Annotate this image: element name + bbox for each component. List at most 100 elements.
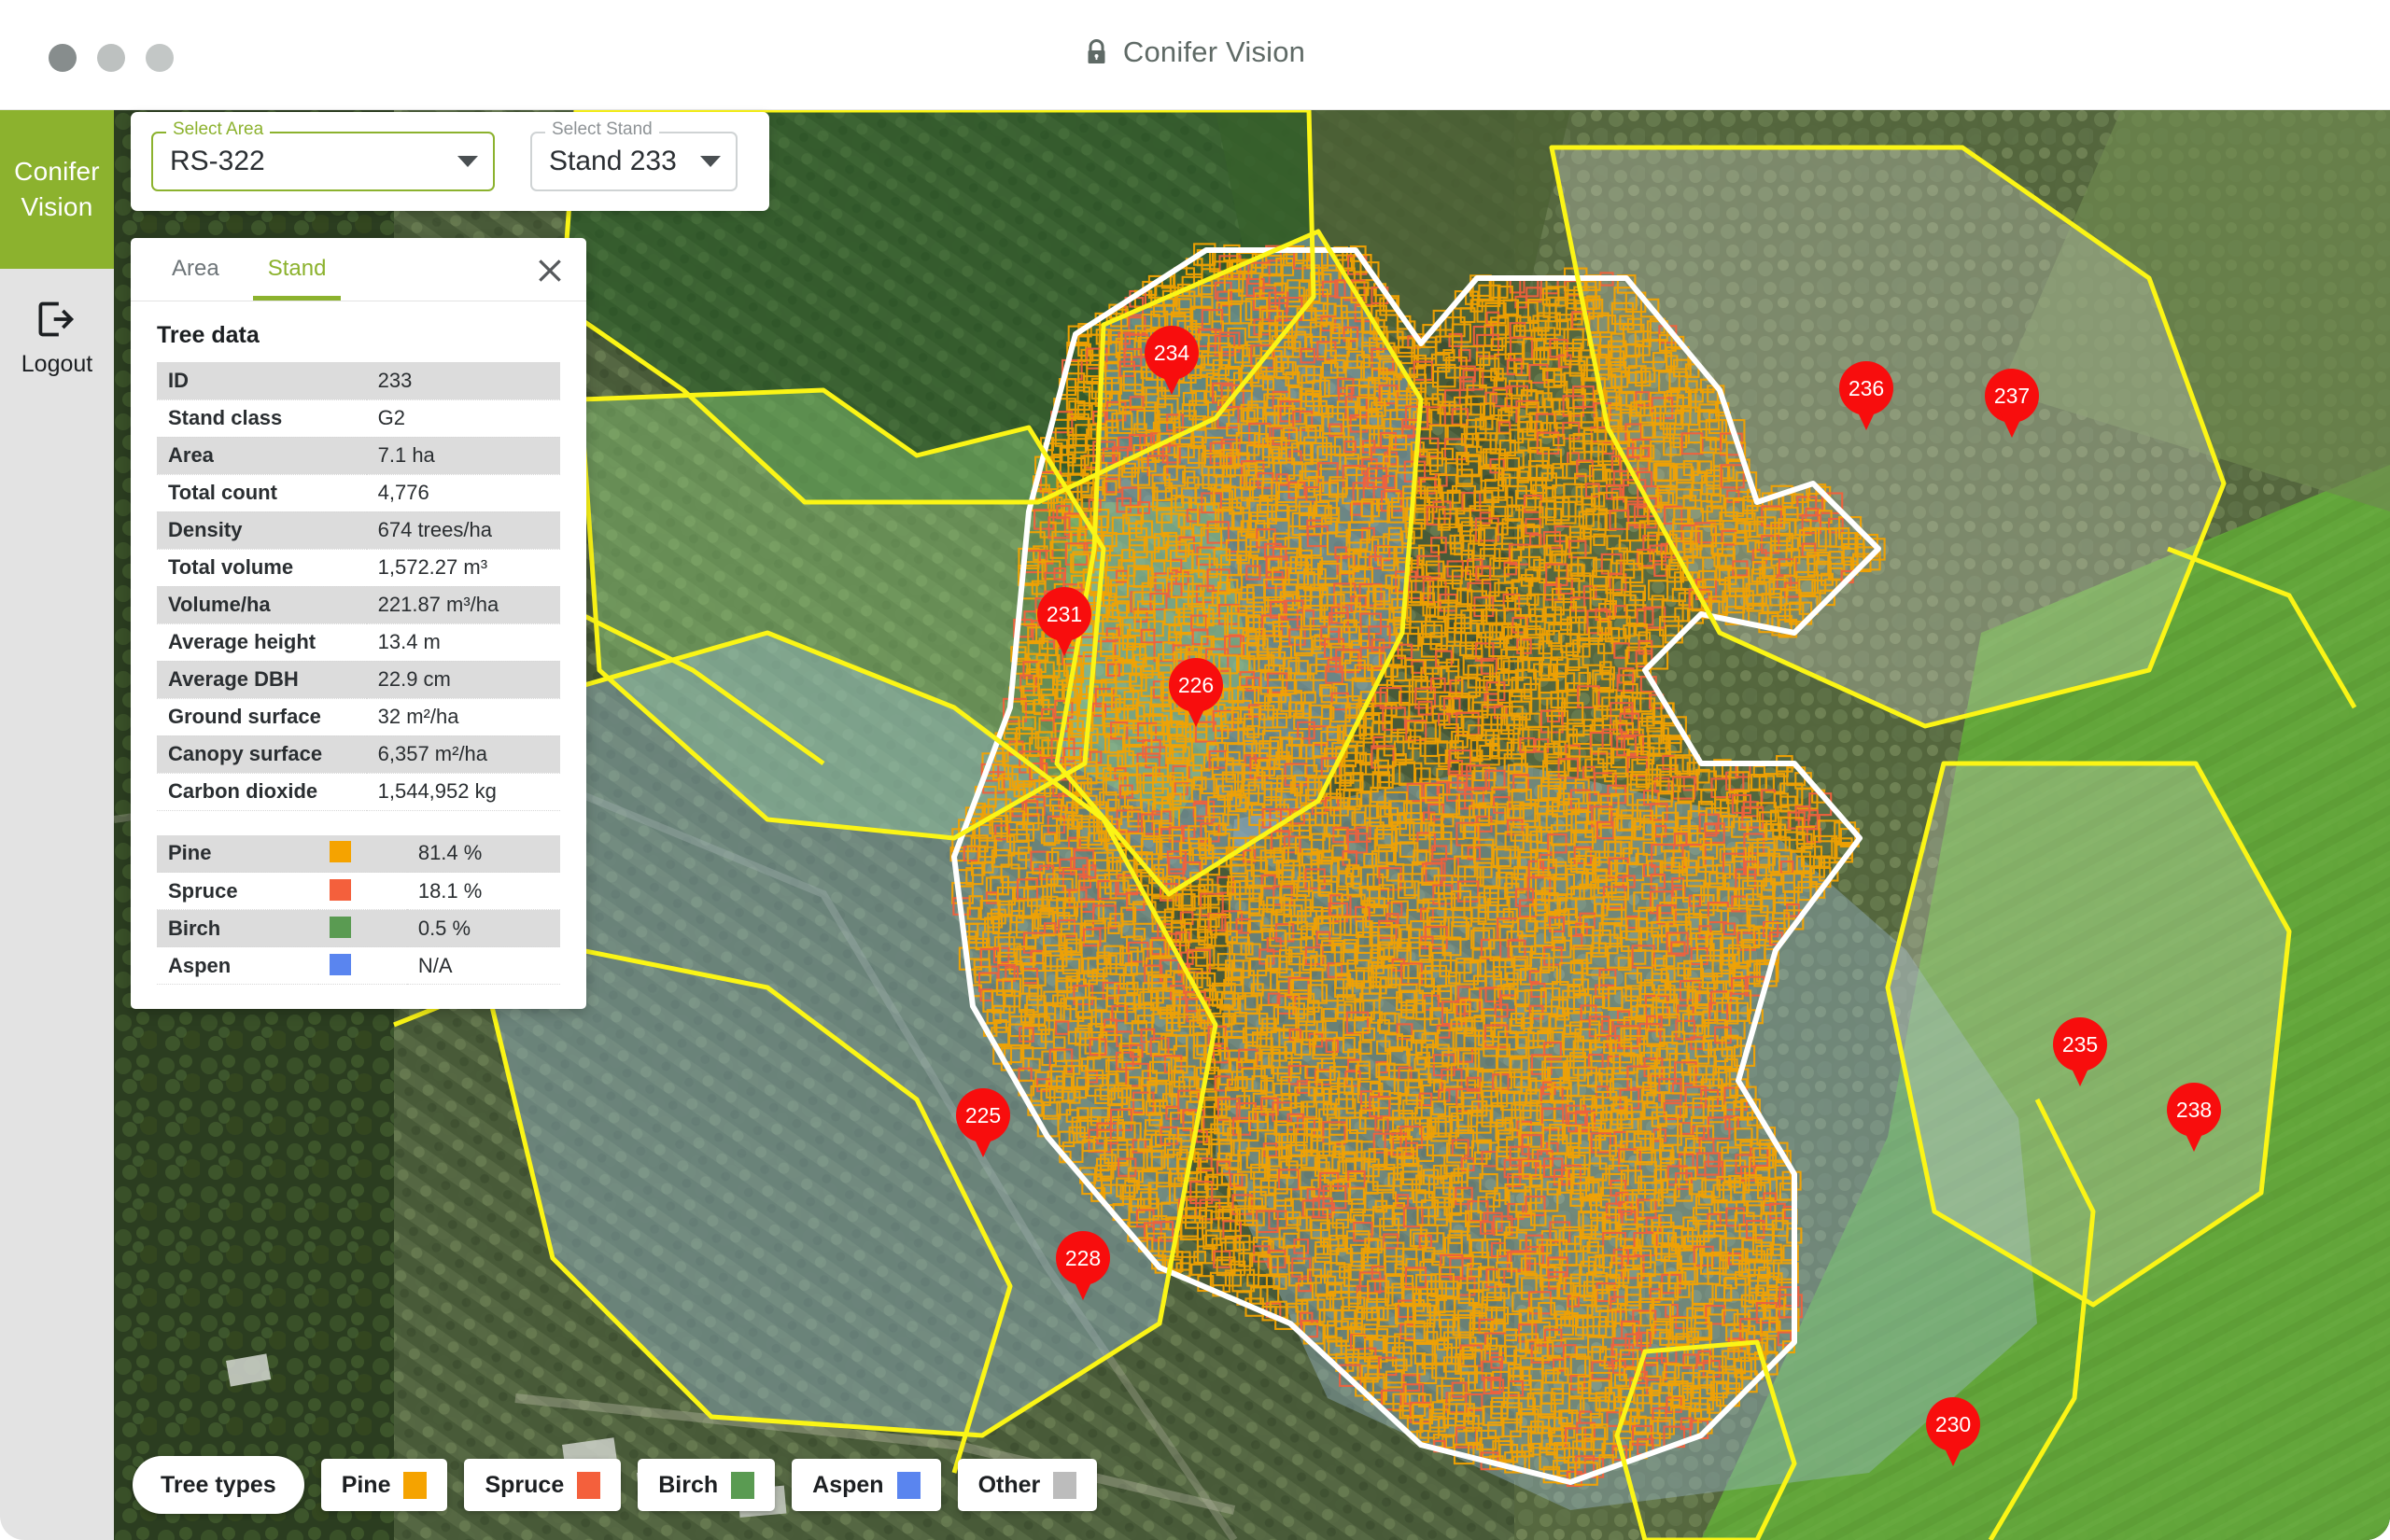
app-window: Conifer Vision Conifer Vision Logout 234…	[0, 0, 2390, 1540]
legend-chip-pine[interactable]: Pine	[320, 1459, 448, 1511]
close-icon[interactable]	[532, 253, 568, 288]
select-stand-dropdown[interactable]: Select Stand Stand 233	[530, 120, 738, 191]
panel-section-title: Tree data	[157, 322, 260, 348]
table-row: Ground surface 32 m²/ha	[157, 698, 560, 736]
table-cell-key: Carbon dioxide	[157, 773, 367, 811]
map-marker-label: 231	[1046, 601, 1083, 626]
table-cell-key: Area	[157, 437, 367, 475]
table-cell-key: Volume/ha	[157, 586, 367, 624]
select-stand-value: Stand 233	[549, 146, 677, 176]
map-marker-label: 228	[1064, 1245, 1102, 1270]
table-cell-value: 221.87 m³/ha	[366, 586, 560, 624]
species-row: Aspen N/A	[157, 946, 560, 985]
legend-chip-aspen[interactable]: Aspen	[792, 1459, 941, 1511]
chevron-down-icon[interactable]	[700, 156, 721, 167]
legend-color-swatch	[1053, 1471, 1077, 1499]
table-row: Stand class G2	[157, 399, 560, 438]
table-row: Volume/ha 221.87 m³/ha	[157, 586, 560, 624]
tab-area-label: Area	[172, 256, 219, 281]
legend-chip-label: Spruce	[485, 1471, 565, 1498]
table-row: ID 233	[157, 362, 560, 400]
species-swatch-cell	[317, 946, 407, 985]
tree-data-table: ID 233 Stand class G2 Area 7.1 ha Total count 4…	[157, 362, 560, 811]
legend-title: Tree types	[161, 1471, 276, 1498]
logout-icon	[36, 301, 77, 338]
legend-color-swatch	[731, 1471, 755, 1499]
table-cell-value: 13.4 m	[366, 623, 560, 662]
legend-chip-label: Birch	[658, 1471, 719, 1498]
select-area-dropdown[interactable]: Select Area RS-322	[151, 120, 495, 191]
table-cell-value: 1,572.27 m³	[366, 549, 560, 587]
species-row: Birch 0.5 %	[157, 909, 560, 947]
stand-info-panel: Area Stand Tree data ID 233 Stand class G2 A…	[131, 238, 586, 1009]
table-cell-key: Density	[157, 511, 367, 550]
table-cell-value: 32 m²/ha	[366, 698, 560, 736]
table-cell-value: 233	[366, 362, 560, 400]
legend-title-pill[interactable]: Tree types	[133, 1456, 304, 1514]
map-marker-225[interactable]: 225	[956, 1088, 1010, 1157]
map-marker-226[interactable]: 226	[1169, 658, 1223, 727]
tree-types-legend: Tree types Pine Spruce Birch Aspen Other	[133, 1456, 1098, 1514]
map-marker-230[interactable]: 230	[1926, 1397, 1980, 1466]
map-marker-235[interactable]: 235	[2053, 1017, 2107, 1086]
map-marker-label: 230	[1934, 1411, 1972, 1436]
species-composition-table: Pine 81.4 % Spruce 18.1 % Birch 0.5 % Aspen N/A	[157, 834, 560, 985]
map-marker-228[interactable]: 228	[1056, 1231, 1110, 1300]
map-marker-label: 226	[1177, 672, 1215, 697]
map-marker-234[interactable]: 234	[1145, 326, 1199, 395]
table-cell-value: 4,776	[366, 474, 560, 512]
window-title-group: Conifer Vision	[0, 35, 2390, 69]
legend-chip-label: Aspen	[812, 1471, 884, 1498]
table-row: Area 7.1 ha	[157, 437, 560, 475]
species-color-swatch	[329, 916, 351, 938]
legend-chip-other[interactable]: Other	[957, 1459, 1098, 1511]
species-percentage: 18.1 %	[406, 872, 560, 910]
map-marker-237[interactable]: 237	[1985, 369, 2039, 438]
select-stand-label: Select Stand	[545, 120, 659, 138]
species-color-swatch	[329, 953, 351, 975]
species-row: Spruce 18.1 %	[157, 872, 560, 910]
map-marker-label: 234	[1153, 340, 1190, 365]
chevron-down-icon[interactable]	[457, 156, 478, 167]
selection-toolbar: Select Area RS-322 Select Stand Stand 23…	[131, 112, 769, 211]
table-cell-value: 6,357 m²/ha	[366, 735, 560, 774]
map-marker-label: 225	[964, 1102, 1002, 1127]
sidebar-item-logout[interactable]: Logout	[0, 269, 114, 378]
table-cell-key: Average height	[157, 623, 367, 662]
brand-line-1: Conifer	[14, 157, 100, 187]
legend-color-swatch	[403, 1471, 428, 1499]
table-cell-key: Average DBH	[157, 661, 367, 699]
table-cell-key: Stand class	[157, 399, 367, 438]
table-cell-value: 22.9 cm	[366, 661, 560, 699]
species-percentage: N/A	[406, 946, 560, 985]
legend-chip-label: Pine	[341, 1471, 391, 1498]
map-marker-236[interactable]: 236	[1839, 361, 1893, 430]
table-cell-key: Ground surface	[157, 698, 367, 736]
table-row: Total volume 1,572.27 m³	[157, 549, 560, 587]
legend-chip-birch[interactable]: Birch	[638, 1459, 776, 1511]
table-row: Average height 13.4 m	[157, 623, 560, 662]
species-name: Birch	[157, 909, 318, 947]
table-cell-key: Canopy surface	[157, 735, 367, 774]
species-swatch-cell	[317, 872, 407, 910]
tab-stand[interactable]: Stand	[244, 238, 351, 301]
table-cell-key: ID	[157, 362, 367, 400]
map-marker-238[interactable]: 238	[2167, 1083, 2221, 1152]
species-color-swatch	[329, 878, 351, 901]
sidebar: Conifer Vision Logout	[0, 110, 114, 1540]
species-name: Aspen	[157, 946, 318, 985]
table-row: Canopy surface 6,357 m²/ha	[157, 735, 560, 774]
panel-tab-bar: Area Stand	[131, 238, 586, 301]
table-cell-key: Total volume	[157, 549, 367, 587]
map-marker-label: 236	[1848, 375, 1885, 400]
map-marker-231[interactable]: 231	[1037, 587, 1091, 656]
species-name: Spruce	[157, 872, 318, 910]
table-row: Density 674 trees/ha	[157, 511, 560, 550]
legend-chip-spruce[interactable]: Spruce	[464, 1459, 622, 1511]
table-cell-value: G2	[366, 399, 560, 438]
tab-area[interactable]: Area	[148, 238, 244, 301]
species-color-swatch	[329, 841, 351, 863]
app-logo[interactable]: Conifer Vision	[0, 110, 114, 269]
species-row: Pine 81.4 %	[157, 834, 560, 873]
table-row: Total count 4,776	[157, 474, 560, 512]
